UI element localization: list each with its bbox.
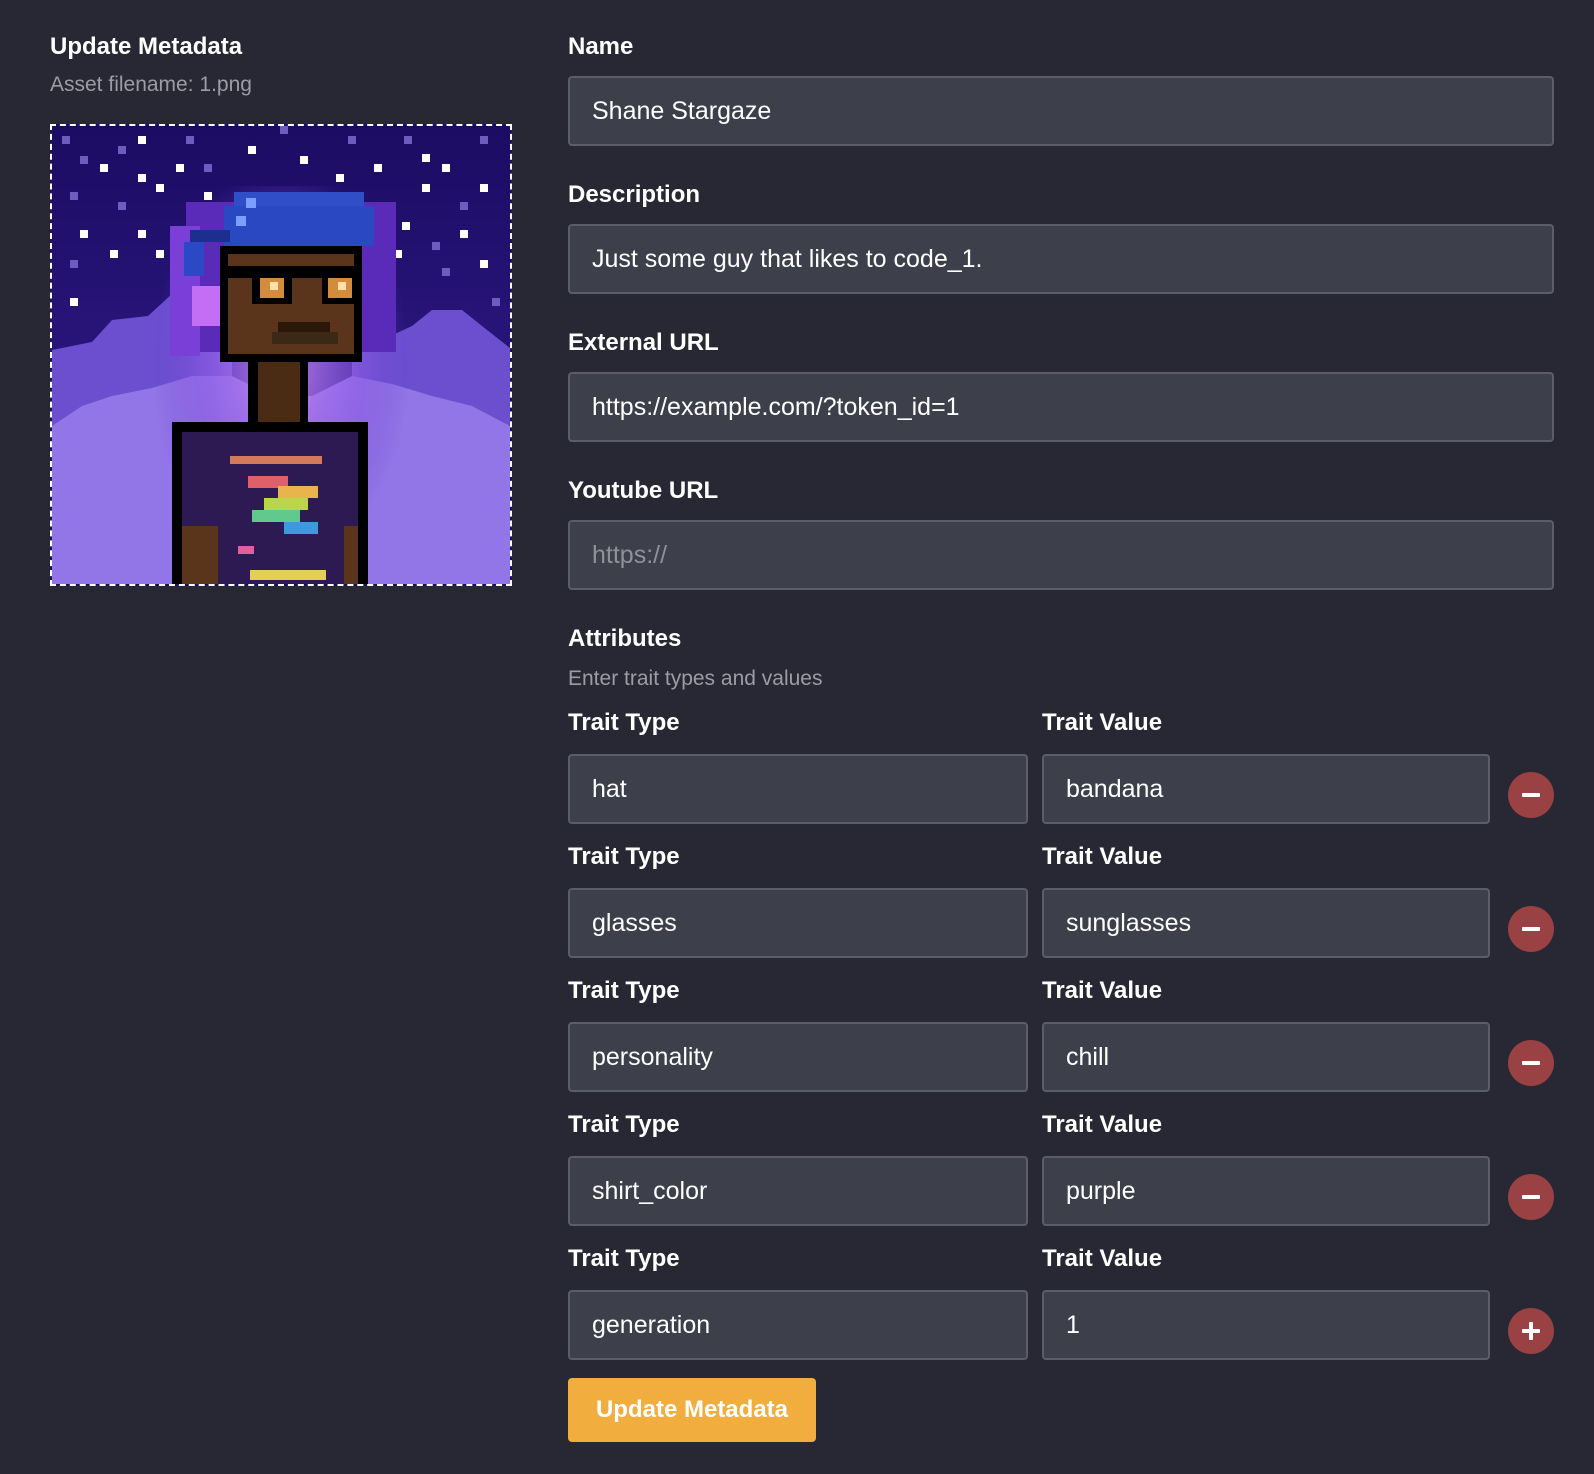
- trait-type-input[interactable]: [568, 1022, 1028, 1092]
- trait-value-label: Trait Value: [1042, 1245, 1163, 1272]
- trait-row: Trait Type Trait Value: [568, 706, 1554, 840]
- name-label: Name: [568, 33, 634, 60]
- trait-value-column: Trait Value: [1042, 974, 1490, 1092]
- trait-type-column: Trait Type: [568, 706, 1028, 824]
- trait-value-column: Trait Value: [1042, 1242, 1490, 1360]
- trait-type-input[interactable]: [568, 1290, 1028, 1360]
- remove-trait-button[interactable]: [1508, 1040, 1554, 1086]
- trait-type-label: Trait Type: [568, 977, 680, 1004]
- trait-value-input[interactable]: [1042, 888, 1490, 958]
- attributes-help: Enter trait types and values: [568, 667, 823, 690]
- trait-value-input[interactable]: [1042, 1022, 1490, 1092]
- add-icon-vertical-stroke: [1529, 1322, 1533, 1340]
- name-input[interactable]: [568, 76, 1554, 146]
- trait-value-column: Trait Value: [1042, 840, 1490, 958]
- attributes-title: Attributes: [568, 625, 682, 652]
- trait-type-label: Trait Type: [568, 709, 680, 736]
- add-trait-button[interactable]: [1508, 1308, 1554, 1354]
- youtube-url-group: Youtube URL: [568, 474, 1554, 590]
- external-url-label: External URL: [568, 329, 719, 356]
- trait-value-input[interactable]: [1042, 754, 1490, 824]
- trait-value-input[interactable]: [1042, 1290, 1490, 1360]
- trait-row: Trait Type Trait Value: [568, 1242, 1554, 1376]
- trait-row: Trait Type Trait Value: [568, 974, 1554, 1108]
- trait-type-label: Trait Type: [568, 1245, 680, 1272]
- trait-type-input[interactable]: [568, 888, 1028, 958]
- pixel-avatar-image: [52, 126, 510, 584]
- trait-type-column: Trait Type: [568, 1242, 1028, 1360]
- description-label: Description: [568, 181, 701, 208]
- remove-trait-button[interactable]: [1508, 1174, 1554, 1220]
- trait-row: Trait Type Trait Value: [568, 1108, 1554, 1242]
- asset-panel: Update Metadata Asset filename: 1.png: [50, 30, 520, 586]
- trait-type-label: Trait Type: [568, 843, 680, 870]
- trait-type-label: Trait Type: [568, 1111, 680, 1138]
- asset-filename: Asset filename: 1.png: [50, 73, 252, 96]
- external-url-group: External URL: [568, 326, 1554, 442]
- remove-icon: [1522, 1195, 1540, 1199]
- youtube-url-input[interactable]: [568, 520, 1554, 590]
- description-group: Description: [568, 178, 1554, 294]
- trait-value-column: Trait Value: [1042, 706, 1490, 824]
- trait-value-column: Trait Value: [1042, 1108, 1490, 1226]
- trait-value-label: Trait Value: [1042, 843, 1163, 870]
- external-url-input[interactable]: [568, 372, 1554, 442]
- remove-icon: [1522, 793, 1540, 797]
- remove-icon: [1522, 927, 1540, 931]
- asset-image: [50, 124, 512, 586]
- remove-trait-button[interactable]: [1508, 906, 1554, 952]
- metadata-form: Name Description External URL Youtube UR…: [568, 30, 1554, 1442]
- trait-row: Trait Type Trait Value: [568, 840, 1554, 974]
- remove-icon: [1522, 1061, 1540, 1065]
- attributes-section: Attributes Enter trait types and values …: [568, 622, 1554, 1376]
- name-group: Name: [568, 30, 1554, 146]
- trait-type-column: Trait Type: [568, 840, 1028, 958]
- trait-type-column: Trait Type: [568, 1108, 1028, 1226]
- update-metadata-button[interactable]: Update Metadata: [568, 1378, 816, 1442]
- panel-title: Update Metadata: [50, 33, 243, 60]
- remove-trait-button[interactable]: [1508, 772, 1554, 818]
- trait-type-input[interactable]: [568, 1156, 1028, 1226]
- trait-value-label: Trait Value: [1042, 977, 1163, 1004]
- trait-type-input[interactable]: [568, 754, 1028, 824]
- youtube-url-label: Youtube URL: [568, 477, 719, 504]
- trait-value-label: Trait Value: [1042, 709, 1163, 736]
- trait-value-input[interactable]: [1042, 1156, 1490, 1226]
- trait-value-label: Trait Value: [1042, 1111, 1163, 1138]
- trait-type-column: Trait Type: [568, 974, 1028, 1092]
- description-input[interactable]: [568, 224, 1554, 294]
